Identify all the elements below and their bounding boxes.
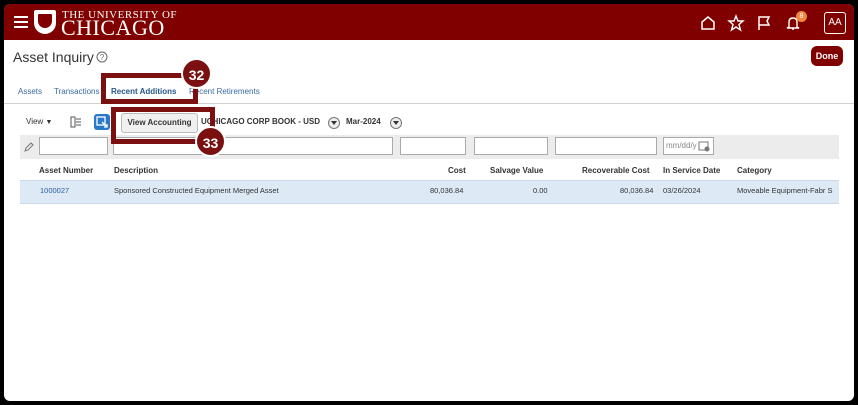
- cell-salvage-value: 0.00: [533, 186, 548, 195]
- help-icon[interactable]: ?: [96, 51, 108, 63]
- column-header-description[interactable]: Description: [114, 166, 158, 175]
- view-menu[interactable]: View ▼: [26, 117, 52, 126]
- cell-recoverable-cost: 80,036.84: [620, 186, 654, 195]
- date-placeholder: mm/dd/y: [666, 141, 697, 150]
- column-header-category[interactable]: Category: [737, 166, 772, 175]
- menu-icon[interactable]: [14, 16, 28, 28]
- cell-cost: 80,036.84: [430, 186, 464, 195]
- user-avatar[interactable]: AA: [824, 12, 846, 34]
- top-bar: THE UNIVERSITY OF CHICAGO 8 AA: [4, 4, 854, 40]
- filter-salvage-value[interactable]: [474, 137, 548, 155]
- pencil-icon: [24, 142, 34, 152]
- column-header-recoverable-cost[interactable]: Recoverable Cost: [582, 166, 650, 175]
- university-shield-icon: [34, 10, 56, 34]
- column-header-salvage-value[interactable]: Salvage Value: [490, 166, 543, 175]
- flag-icon[interactable]: [755, 14, 773, 32]
- tab-transactions[interactable]: Transactions: [54, 87, 100, 96]
- book-dropdown-icon[interactable]: [328, 117, 340, 129]
- cell-in-service-date: 03/26/2024: [663, 186, 701, 195]
- freeze-columns-icon[interactable]: [70, 116, 82, 128]
- home-icon[interactable]: [699, 14, 717, 32]
- cell-description: Sponsored Constructed Equipment Merged A…: [114, 186, 279, 195]
- period-label: Mar-2024: [346, 117, 381, 126]
- column-header-asset-number[interactable]: Asset Number: [39, 166, 93, 175]
- filter-recoverable-cost[interactable]: [555, 137, 657, 155]
- page-title: Asset Inquiry: [13, 49, 94, 65]
- asset-number-link[interactable]: 1000027: [40, 186, 69, 195]
- detach-icon[interactable]: [94, 114, 110, 130]
- notification-badge: 8: [796, 11, 807, 22]
- svg-text:?: ?: [100, 53, 105, 62]
- column-header-cost[interactable]: Cost: [448, 166, 466, 175]
- callout-number-33: 33: [195, 126, 226, 157]
- period-dropdown-icon[interactable]: [390, 117, 402, 129]
- logo-big-text: CHICAGO: [61, 15, 165, 40]
- book-label: UCHICAGO CORP BOOK - USD: [201, 117, 320, 126]
- done-button[interactable]: Done: [811, 46, 843, 66]
- tab-assets[interactable]: Assets: [18, 87, 42, 96]
- callout-number-32: 32: [181, 58, 212, 89]
- view-menu-label: View: [26, 117, 44, 126]
- favorites-star-icon[interactable]: [727, 14, 745, 32]
- caret-down-icon: ▼: [45, 119, 53, 126]
- calendar-icon[interactable]: [698, 140, 710, 152]
- filter-cost[interactable]: [400, 137, 466, 155]
- cell-category: Moveable Equipment-Fabr S: [737, 186, 833, 195]
- app-window: THE UNIVERSITY OF CHICAGO 8 AA Asset Inq…: [4, 4, 854, 401]
- column-header-in-service-date[interactable]: In Service Date: [663, 166, 720, 175]
- filter-asset-number[interactable]: [39, 137, 108, 155]
